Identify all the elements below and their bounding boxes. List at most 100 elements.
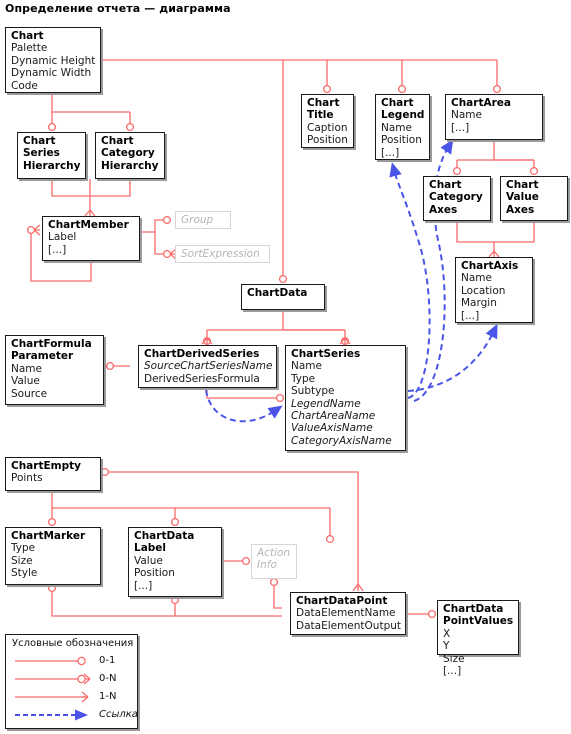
entity-title-line: Label (134, 542, 167, 555)
entity-attribute: Size (11, 554, 33, 567)
entity-title-line: Chart (101, 135, 134, 147)
entity-chart-data-label[interactable]: ChartData Label Value Position [...] (128, 527, 222, 597)
entity-chart-member[interactable]: ChartMember Label [...] (42, 216, 140, 261)
entity-chart-category-hierarchy[interactable]: Chart Category Hierarchy (95, 132, 165, 179)
ghost-entity-label-line: Action (257, 547, 291, 559)
entity-attribute: Position (381, 134, 422, 147)
entity-attribute: Margin (461, 297, 497, 310)
entity-title-line: PointValues (443, 615, 514, 628)
entity-chart[interactable]: Chart Palette Dynamic Height Dynamic Wid… (5, 27, 101, 93)
entity-title-line: Category (101, 147, 155, 160)
entity-attribute: Value (11, 375, 40, 388)
entity-title-line: Chart (307, 97, 340, 109)
entity-chart-data-point-values[interactable]: ChartData PointValues X Y Size [...] (437, 600, 519, 677)
entity-title-line: Chart (23, 135, 56, 147)
entity-title-line: Parameter (11, 350, 74, 363)
ghost-entity-sort-expression[interactable]: SortExpression (175, 245, 270, 263)
entity-attribute: Name (451, 109, 482, 122)
entity-attribute: Label (48, 231, 77, 244)
entity-attribute: Name (11, 362, 42, 375)
page-title: Определение отчета — диаграмма (5, 2, 231, 15)
entity-title-line: Series (23, 147, 60, 160)
entity-title: Chart (11, 30, 44, 42)
entity-title: ChartArea (451, 97, 511, 109)
entity-attribute: [...] (134, 579, 153, 592)
entity-attribute: DerivedSeriesFormula (144, 372, 260, 385)
entity-title-line: Legend (381, 109, 425, 122)
legend-label-reference: Ссылка (99, 709, 138, 720)
entity-title: ChartDataPoint (296, 595, 388, 607)
entity-attribute: Code (11, 79, 38, 92)
entity-attribute: X (443, 627, 451, 640)
entity-title-line: ChartFormula (11, 338, 92, 350)
entity-attribute: Caption (307, 121, 348, 134)
ghost-entity-label: Group (181, 214, 214, 226)
entity-title-line: Axes (429, 203, 458, 216)
ghost-entity-label-line: Info (257, 559, 277, 572)
entity-attribute: SourceChartSeriesName (144, 360, 273, 373)
entity-title: ChartSeries (291, 348, 361, 360)
entity-title-line: Hierarchy (101, 159, 159, 172)
entity-chart-title[interactable]: Chart Title Caption Position (301, 94, 354, 148)
entity-title-line: Hierarchy (23, 159, 81, 172)
entity-title-line: Title (307, 109, 334, 122)
entity-title-line: Category (429, 191, 483, 204)
legend-label-0-n: 0-N (99, 673, 117, 684)
entity-chart-series[interactable]: ChartSeries Name Type Subtype LegendName… (285, 345, 406, 451)
entity-attribute: [...] (443, 665, 462, 678)
legend-label-1-n: 1-N (99, 691, 117, 702)
entity-title-line: Chart (506, 179, 539, 191)
entity-attribute: ValueAxisName (291, 422, 373, 435)
entity-chart-area[interactable]: ChartArea Name [...] (445, 94, 543, 140)
entity-chart-formula-parameter[interactable]: ChartFormula Parameter Name Value Source (5, 335, 104, 405)
ghost-entity-action-info[interactable]: Action Info (251, 544, 297, 579)
entity-chart-series-hierarchy[interactable]: Chart Series Hierarchy (17, 132, 86, 179)
entity-attribute: Points (11, 472, 43, 485)
entity-attribute: Palette (11, 42, 48, 55)
entity-attribute: Position (307, 134, 348, 147)
entity-attribute: [...] (461, 309, 480, 322)
entity-attribute: Source (11, 387, 48, 400)
entity-title-line: Axes (506, 203, 535, 216)
entity-attribute: DataElementOutput (296, 619, 402, 632)
entity-chart-data[interactable]: ChartData (241, 284, 325, 310)
entity-chart-value-axes[interactable]: Chart Value Axes (500, 176, 568, 221)
entity-title-line: ChartData (134, 530, 195, 542)
entity-attribute: [...] (48, 243, 67, 256)
entity-attribute: ChartAreaName (291, 410, 376, 423)
entity-attribute: Dynamic Height (11, 54, 96, 67)
entity-title-line: ChartData (443, 603, 504, 615)
entity-chart-axis[interactable]: ChartAxis Name Location Margin [...] (455, 257, 533, 323)
entity-attribute: Subtype (291, 385, 335, 398)
entity-attribute: DataElementName (296, 607, 396, 620)
diagram-canvas: Определение отчета — диаграмма Chart Pal… (0, 0, 571, 734)
entity-attribute: Location (461, 284, 506, 297)
entity-title: ChartData (247, 287, 308, 299)
entity-attribute: Y (443, 640, 450, 653)
entity-title-line: Chart (381, 97, 414, 109)
entity-title-line: Chart (429, 179, 462, 191)
entity-attribute: Position (134, 567, 175, 580)
entity-chart-empty[interactable]: ChartEmpty Points (5, 457, 101, 491)
legend-box: Условные обозначения 0-1 0-N 1-N Ссылка (5, 634, 138, 729)
entity-attribute: Name (381, 121, 412, 134)
entity-attribute: [...] (451, 121, 470, 134)
entity-title-line: Value (506, 191, 539, 204)
entity-attribute: Value (134, 554, 163, 567)
entity-chart-marker[interactable]: ChartMarker Type Size Style (5, 527, 101, 585)
entity-attribute: Type (11, 542, 36, 555)
entity-title: ChartMember (48, 219, 129, 231)
entity-title: ChartAxis (461, 260, 519, 272)
entity-attribute: Style (11, 567, 38, 580)
entity-chart-category-axes[interactable]: Chart Category Axes (423, 176, 491, 221)
ghost-entity-group[interactable]: Group (175, 211, 231, 229)
entity-attribute: [...] (381, 146, 400, 159)
entity-title: ChartEmpty (11, 460, 81, 472)
ghost-entity-label: SortExpression (181, 248, 260, 260)
entity-attribute: LegendName (291, 397, 361, 410)
entity-attribute: CategoryAxisName (291, 434, 392, 447)
entity-chart-derived-series[interactable]: ChartDerivedSeries SourceChartSeriesName… (138, 345, 277, 388)
entity-chart-legend[interactable]: Chart Legend Name Position [...] (375, 94, 430, 160)
entity-chart-data-point[interactable]: ChartDataPoint DataElementName DataEleme… (290, 592, 406, 635)
legend-label-0-1: 0-1 (99, 655, 116, 666)
